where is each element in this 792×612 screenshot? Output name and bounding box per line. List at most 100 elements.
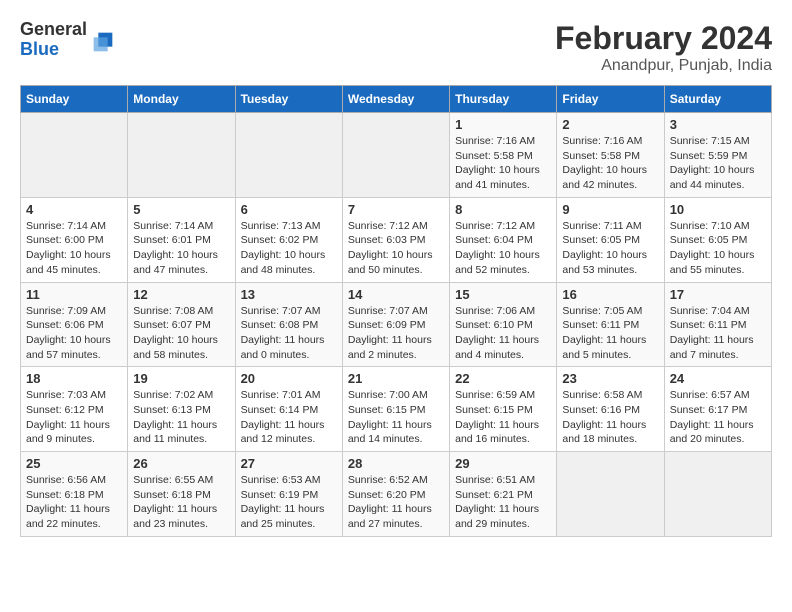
- table-cell: [342, 113, 449, 198]
- table-cell: [557, 452, 664, 537]
- table-cell: 14 Sunrise: 7:07 AM Sunset: 6:09 PM Dayli…: [342, 282, 449, 367]
- header-monday: Monday: [128, 86, 235, 113]
- day-info: Sunrise: 7:14 AM Sunset: 6:01 PM Dayligh…: [133, 219, 229, 278]
- day-number: 25: [26, 456, 122, 471]
- day-number: 13: [241, 287, 337, 302]
- table-cell: 21 Sunrise: 7:00 AM Sunset: 6:15 PM Dayli…: [342, 367, 449, 452]
- logo-general: General: [20, 20, 87, 40]
- header-sunday: Sunday: [21, 86, 128, 113]
- day-number: 26: [133, 456, 229, 471]
- day-info: Sunrise: 6:52 AM Sunset: 6:20 PM Dayligh…: [348, 473, 444, 532]
- day-info: Sunrise: 7:01 AM Sunset: 6:14 PM Dayligh…: [241, 388, 337, 447]
- day-number: 8: [455, 202, 551, 217]
- day-info: Sunrise: 7:16 AM Sunset: 5:58 PM Dayligh…: [562, 134, 658, 193]
- day-number: 21: [348, 371, 444, 386]
- table-cell: 15 Sunrise: 7:06 AM Sunset: 6:10 PM Dayli…: [450, 282, 557, 367]
- title-area: February 2024 Anandpur, Punjab, India: [555, 20, 772, 75]
- day-number: 20: [241, 371, 337, 386]
- header-saturday: Saturday: [664, 86, 771, 113]
- table-cell: 16 Sunrise: 7:05 AM Sunset: 6:11 PM Dayli…: [557, 282, 664, 367]
- table-cell: 26Sunrise: 6:55 AM Sunset: 6:18 PM Dayli…: [128, 452, 235, 537]
- table-cell: 20 Sunrise: 7:01 AM Sunset: 6:14 PM Dayli…: [235, 367, 342, 452]
- day-number: 15: [455, 287, 551, 302]
- table-cell: 7 Sunrise: 7:12 AM Sunset: 6:03 PM Daylig…: [342, 197, 449, 282]
- calendar-table: SundayMondayTuesdayWednesdayThursdayFrid…: [20, 85, 772, 537]
- table-cell: 2 Sunrise: 7:16 AM Sunset: 5:58 PM Daylig…: [557, 113, 664, 198]
- day-info: Sunrise: 6:58 AM Sunset: 6:16 PM Dayligh…: [562, 388, 658, 447]
- day-info: Sunrise: 6:51 AM Sunset: 6:21 PM Dayligh…: [455, 473, 551, 532]
- page-title: February 2024: [555, 20, 772, 57]
- header-wednesday: Wednesday: [342, 86, 449, 113]
- table-cell: 10 Sunrise: 7:10 AM Sunset: 6:05 PM Dayli…: [664, 197, 771, 282]
- day-info: Sunrise: 6:56 AM Sunset: 6:18 PM Dayligh…: [26, 473, 122, 532]
- table-cell: [664, 452, 771, 537]
- week-row-3: 11Sunrise: 7:09 AM Sunset: 6:06 PM Dayli…: [21, 282, 772, 367]
- week-row-1: 1 Sunrise: 7:16 AM Sunset: 5:58 PM Daylig…: [21, 113, 772, 198]
- day-number: 23: [562, 371, 658, 386]
- table-cell: 6 Sunrise: 7:13 AM Sunset: 6:02 PM Daylig…: [235, 197, 342, 282]
- header-friday: Friday: [557, 86, 664, 113]
- day-info: Sunrise: 7:16 AM Sunset: 5:58 PM Dayligh…: [455, 134, 551, 193]
- day-info: Sunrise: 7:07 AM Sunset: 6:08 PM Dayligh…: [241, 304, 337, 363]
- table-cell: 28 Sunrise: 6:52 AM Sunset: 6:20 PM Dayli…: [342, 452, 449, 537]
- day-info: Sunrise: 7:14 AM Sunset: 6:00 PM Dayligh…: [26, 219, 122, 278]
- table-cell: 24Sunrise: 6:57 AM Sunset: 6:17 PM Dayli…: [664, 367, 771, 452]
- header-tuesday: Tuesday: [235, 86, 342, 113]
- table-cell: 12Sunrise: 7:08 AM Sunset: 6:07 PM Dayli…: [128, 282, 235, 367]
- day-number: 6: [241, 202, 337, 217]
- day-number: 5: [133, 202, 229, 217]
- day-number: 3: [670, 117, 766, 132]
- day-number: 1: [455, 117, 551, 132]
- day-number: 24: [670, 371, 766, 386]
- table-cell: 19 Sunrise: 7:02 AM Sunset: 6:13 PM Dayli…: [128, 367, 235, 452]
- week-row-2: 4 Sunrise: 7:14 AM Sunset: 6:00 PM Daylig…: [21, 197, 772, 282]
- day-info: Sunrise: 7:04 AM Sunset: 6:11 PM Dayligh…: [670, 304, 766, 363]
- table-cell: [128, 113, 235, 198]
- day-info: Sunrise: 7:02 AM Sunset: 6:13 PM Dayligh…: [133, 388, 229, 447]
- table-cell: 23 Sunrise: 6:58 AM Sunset: 6:16 PM Dayli…: [557, 367, 664, 452]
- table-cell: 25 Sunrise: 6:56 AM Sunset: 6:18 PM Dayli…: [21, 452, 128, 537]
- day-number: 14: [348, 287, 444, 302]
- logo: General Blue: [20, 20, 117, 60]
- day-info: Sunrise: 7:12 AM Sunset: 6:04 PM Dayligh…: [455, 219, 551, 278]
- day-number: 19: [133, 371, 229, 386]
- day-number: 9: [562, 202, 658, 217]
- table-cell: 18 Sunrise: 7:03 AM Sunset: 6:12 PM Dayli…: [21, 367, 128, 452]
- page-subtitle: Anandpur, Punjab, India: [555, 57, 772, 75]
- table-cell: 5 Sunrise: 7:14 AM Sunset: 6:01 PM Daylig…: [128, 197, 235, 282]
- table-cell: 13 Sunrise: 7:07 AM Sunset: 6:08 PM Dayli…: [235, 282, 342, 367]
- header-thursday: Thursday: [450, 86, 557, 113]
- table-cell: 9Sunrise: 7:11 AM Sunset: 6:05 PM Daylig…: [557, 197, 664, 282]
- day-number: 7: [348, 202, 444, 217]
- day-info: Sunrise: 7:08 AM Sunset: 6:07 PM Dayligh…: [133, 304, 229, 363]
- day-number: 18: [26, 371, 122, 386]
- day-number: 28: [348, 456, 444, 471]
- day-info: Sunrise: 6:53 AM Sunset: 6:19 PM Dayligh…: [241, 473, 337, 532]
- day-info: Sunrise: 7:13 AM Sunset: 6:02 PM Dayligh…: [241, 219, 337, 278]
- table-cell: 3 Sunrise: 7:15 AM Sunset: 5:59 PM Daylig…: [664, 113, 771, 198]
- table-cell: 8 Sunrise: 7:12 AM Sunset: 6:04 PM Daylig…: [450, 197, 557, 282]
- header: General Blue February 2024 Anandpur, Pun…: [20, 20, 772, 75]
- day-info: Sunrise: 7:03 AM Sunset: 6:12 PM Dayligh…: [26, 388, 122, 447]
- table-cell: [235, 113, 342, 198]
- day-number: 10: [670, 202, 766, 217]
- day-number: 16: [562, 287, 658, 302]
- table-cell: [21, 113, 128, 198]
- day-info: Sunrise: 7:06 AM Sunset: 6:10 PM Dayligh…: [455, 304, 551, 363]
- day-info: Sunrise: 7:12 AM Sunset: 6:03 PM Dayligh…: [348, 219, 444, 278]
- table-cell: 29 Sunrise: 6:51 AM Sunset: 6:21 PM Dayli…: [450, 452, 557, 537]
- day-info: Sunrise: 7:05 AM Sunset: 6:11 PM Dayligh…: [562, 304, 658, 363]
- table-cell: 4 Sunrise: 7:14 AM Sunset: 6:00 PM Daylig…: [21, 197, 128, 282]
- day-info: Sunrise: 7:10 AM Sunset: 6:05 PM Dayligh…: [670, 219, 766, 278]
- day-info: Sunrise: 7:15 AM Sunset: 5:59 PM Dayligh…: [670, 134, 766, 193]
- day-number: 4: [26, 202, 122, 217]
- day-info: Sunrise: 7:00 AM Sunset: 6:15 PM Dayligh…: [348, 388, 444, 447]
- logo-icon: [89, 28, 117, 56]
- day-info: Sunrise: 7:07 AM Sunset: 6:09 PM Dayligh…: [348, 304, 444, 363]
- day-number: 27: [241, 456, 337, 471]
- day-number: 29: [455, 456, 551, 471]
- logo-blue: Blue: [20, 40, 87, 60]
- day-info: Sunrise: 6:59 AM Sunset: 6:15 PM Dayligh…: [455, 388, 551, 447]
- weekday-header-row: SundayMondayTuesdayWednesdayThursdayFrid…: [21, 86, 772, 113]
- day-number: 2: [562, 117, 658, 132]
